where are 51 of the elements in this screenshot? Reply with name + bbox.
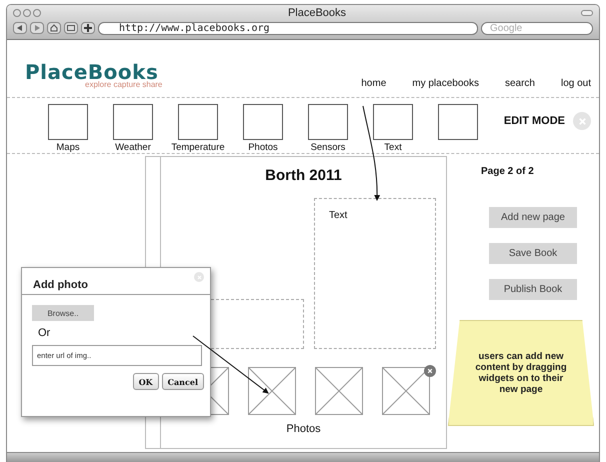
nav-link[interactable]: my placebooks <box>412 78 479 89</box>
minimize-light-icon[interactable] <box>23 9 31 17</box>
nav-link[interactable]: search <box>504 78 535 89</box>
image-placeholder-icon <box>382 367 430 415</box>
plus-icon <box>84 24 92 32</box>
window-title: PlaceBooks <box>286 7 348 19</box>
forward-button[interactable] <box>30 22 44 34</box>
bookmarks-button[interactable] <box>64 22 78 34</box>
widget-tile[interactable] <box>178 104 218 140</box>
back-button[interactable] <box>13 22 27 34</box>
action-button[interactable]: Add new page <box>489 207 577 228</box>
widget-label: Photos <box>248 142 278 153</box>
widget-tile[interactable] <box>113 104 153 140</box>
mode-label: EDIT MODE <box>504 115 565 127</box>
widget-label: Temperature <box>171 142 225 153</box>
close-light-icon[interactable] <box>13 9 21 17</box>
nav-link[interactable]: log out <box>560 78 591 89</box>
action-button[interactable]: Save Book <box>489 243 577 264</box>
widget-tile[interactable] <box>373 104 413 140</box>
dialog-button[interactable]: Cancel <box>162 373 204 390</box>
page-counter: Page 2 of 2 <box>481 166 534 177</box>
add-bookmark-button[interactable] <box>81 22 95 34</box>
sticky-note: users can add new content by dragging widgets on to their new page <box>448 320 594 426</box>
widget-tile[interactable] <box>308 104 348 140</box>
widget-tile[interactable] <box>48 104 88 140</box>
dialog-button[interactable]: OK <box>132 373 159 390</box>
widget-label: Weather <box>115 142 151 153</box>
widget-label: Maps <box>56 142 80 153</box>
widget-tile[interactable] <box>438 104 478 140</box>
book-title: Borth 2011 <box>264 167 343 184</box>
photos-label: Photos <box>285 423 322 435</box>
widget-label: Sensors <box>310 142 346 153</box>
forward-icon <box>34 25 40 31</box>
dialog-title: Add photo <box>33 279 88 291</box>
tagline: explore capture share <box>84 80 162 89</box>
widget-label: Text <box>384 142 402 153</box>
browse-button[interactable]: Browse.. <box>32 305 94 321</box>
widget-tile[interactable] <box>243 104 283 140</box>
or-label: Or <box>38 327 50 339</box>
zoom-light-icon[interactable] <box>33 9 41 17</box>
address-field[interactable]: http://www.placebooks.org <box>98 22 478 34</box>
text-widget-label: Text <box>329 210 348 221</box>
toolbar-toggle-icon[interactable] <box>581 10 593 16</box>
home-icon <box>50 24 58 32</box>
home-button[interactable] <box>47 22 61 34</box>
close-icon[interactable] <box>424 365 436 377</box>
site-logo[interactable]: PlaceBooks <box>25 62 162 82</box>
back-icon <box>17 25 23 31</box>
search-field[interactable]: Google <box>481 22 593 34</box>
nav-link[interactable]: home <box>361 78 386 89</box>
action-button[interactable]: Publish Book <box>489 279 577 300</box>
